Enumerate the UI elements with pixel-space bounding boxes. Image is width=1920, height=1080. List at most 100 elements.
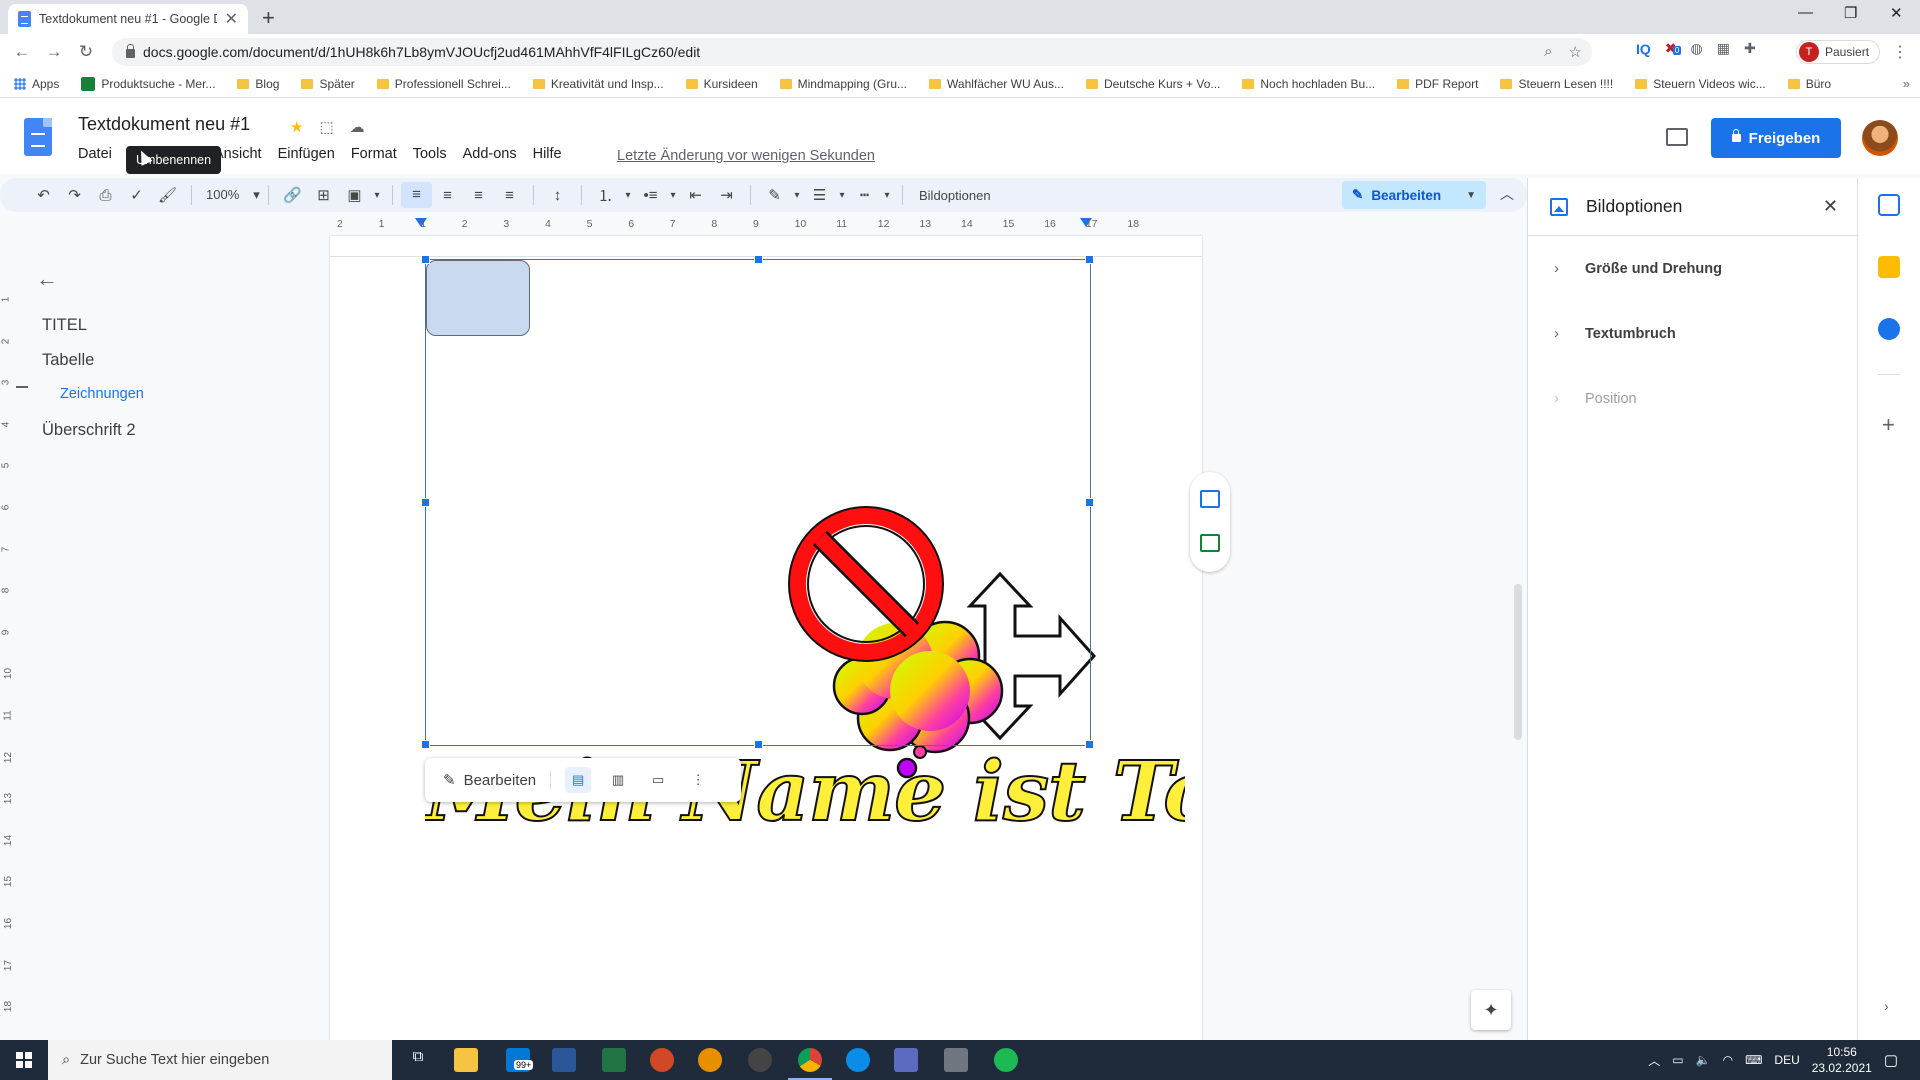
bulleted-list-icon[interactable]: •≡ [635,187,666,204]
suggest-edit-icon[interactable] [1200,534,1220,552]
url-text[interactable]: docs.google.com/document/d/1hUH8k6h7Lb8y… [143,44,700,60]
document-page[interactable]: Mein Name ist Tobias ✎ Bearbeiten ▤ ▥ ▭ … [330,236,1202,1040]
redo-icon[interactable]: ↷ [59,186,90,204]
bookmark-item[interactable]: Mindmapping (Gru... [779,77,907,91]
bookmark-star-icon[interactable]: ☆ [1569,43,1582,61]
edit-drawing-button[interactable]: ✎ Bearbeiten [443,771,552,789]
resize-handle-top[interactable] [754,255,763,264]
comment-history-icon[interactable] [1666,128,1688,146]
bookmark-item[interactable]: Blog [237,77,279,91]
powerpoint-app-icon[interactable] [650,1048,674,1072]
chevron-down-icon[interactable]: ▾ [666,190,680,201]
network-icon[interactable]: ▭ [1672,1053,1683,1067]
bookmark-item[interactable]: Noch hochladen Bu... [1242,77,1375,91]
new-tab-button[interactable]: + [262,5,275,31]
close-window-button[interactable]: ✕ [1890,4,1903,22]
restore-button[interactable]: ❐ [1844,4,1857,22]
chevron-down-icon[interactable]: ▾ [370,190,384,201]
last-edit-link[interactable]: Letzte Änderung vor wenigen Sekunden [617,148,875,164]
vertical-ruler[interactable]: 1 2 3 4 5 6 7 8 9 10 11 12 13 14 15 16 17 18 [0,236,16,1036]
close-outline-arrow-icon[interactable]: ← [36,266,58,292]
menu-item[interactable]: Datei [70,146,120,162]
numbered-list-icon[interactable]: ⒈ [590,185,621,206]
line-spacing-icon[interactable]: ↕ [542,187,573,204]
file-explorer-icon[interactable] [454,1048,478,1072]
windows-start-icon[interactable] [16,1052,32,1068]
volume-icon[interactable]: 🔈 [1696,1053,1711,1067]
resize-handle-right[interactable] [1085,498,1094,507]
omnibox[interactable]: docs.google.com/document/d/1hUH8k6h7Lb8y… [112,38,1592,66]
grid-extension-icon[interactable]: ▦ [1717,40,1730,57]
bookmark-item[interactable]: Professionell Schrei... [376,77,511,91]
image-options-section[interactable]: › Größe und Drehung [1554,260,1722,277]
chevron-down-icon[interactable]: ▾ [835,190,849,201]
bookmark-item[interactable]: Deutsche Kurs + Vo... [1085,77,1220,91]
bookmark-item[interactable]: Steuern Videos wic... [1635,77,1766,91]
task-view-icon[interactable]: ⧉ [406,1048,430,1072]
print-icon[interactable]: ⎙ [90,187,121,204]
outline-item[interactable]: Zeichnungen [60,386,144,402]
chevron-down-icon[interactable]: ▾ [790,190,804,201]
more-options-icon[interactable]: ⋮ [685,767,711,793]
excel-app-icon[interactable] [602,1048,626,1072]
back-button[interactable]: ← [6,42,38,62]
horizontal-ruler[interactable]: 2 1 1 2 3 4 5 6 7 8 9 10 11 12 13 14 15 16 17 18 [330,216,1210,232]
language-indicator[interactable]: DEU [1774,1053,1799,1067]
resize-handle-top-right[interactable] [1085,255,1094,264]
keyboard-icon[interactable]: ⌨ [1745,1053,1762,1067]
puzzle-extensions-icon[interactable]: ✚ [1744,40,1756,57]
decrease-indent-icon[interactable]: ⇤ [680,186,711,204]
close-panel-icon[interactable]: ✕ [1823,196,1838,217]
star-icon[interactable]: ★ [290,118,303,136]
show-side-panel-icon[interactable]: › [1884,998,1889,1014]
bookmark-item[interactable]: Später [301,77,355,91]
undo-icon[interactable]: ↶ [28,186,59,204]
bookmark-item[interactable]: Wahlfächer WU Aus... [929,77,1064,91]
minimize-button[interactable]: — [1798,4,1813,21]
edge-app-icon[interactable] [846,1048,870,1072]
iq-extension-icon[interactable]: IQ [1636,41,1651,57]
recorder-app-icon[interactable] [698,1048,722,1072]
vertical-scrollbar[interactable] [1514,584,1522,740]
globe-extension-icon[interactable]: ◍ [1691,40,1703,57]
add-addon-icon[interactable]: + [1882,412,1895,438]
notifications-icon[interactable]: ▢ [1884,1051,1898,1069]
notepad-app-icon[interactable] [944,1048,968,1072]
link-icon[interactable]: 🔗 [277,186,308,204]
chevron-down-icon[interactable]: ▾ [880,190,894,201]
docs-logo-icon[interactable] [24,118,52,156]
bookmark-item[interactable]: Büro [1787,77,1831,91]
wrap-text-icon[interactable]: ▥ [605,767,631,793]
resize-handle-bottom[interactable] [754,740,763,749]
align-justify-icon[interactable]: ≡ [494,187,525,204]
align-right-icon[interactable]: ≡ [463,187,494,204]
outline-item[interactable]: Tabelle [42,351,94,370]
menu-item[interactable]: Add-ons [455,146,525,162]
tool-app-icon[interactable] [894,1048,918,1072]
zoom-icon[interactable]: ⌕ [1544,43,1552,61]
wifi-icon[interactable]: ◠ [1723,1053,1733,1067]
break-text-icon[interactable]: ▭ [645,767,671,793]
zoom-select[interactable]: 100% ▾ [200,187,260,203]
menu-item[interactable]: Tools [405,146,455,162]
image-options-section[interactable]: › Textumbruch [1554,325,1676,342]
cloud-saved-icon[interactable]: ☁ [350,118,365,136]
browser-menu-icon[interactable]: ⋮ [1892,42,1908,62]
add-comment-icon[interactable]: ⊞ [308,186,339,204]
wrap-inline-icon[interactable]: ▤ [565,767,592,793]
menu-item[interactable]: Format [343,146,405,162]
menu-item[interactable]: Hilfe [525,146,570,162]
word-app-icon[interactable] [552,1048,576,1072]
selected-drawing-frame[interactable] [421,255,1094,749]
border-weight-icon[interactable]: ☰ [804,186,835,204]
move-folder-icon[interactable]: ⬚ [319,118,333,136]
bookmark-item[interactable]: PDF Report [1397,77,1478,91]
bookmark-item[interactable]: Produktsuche - Mer... [81,76,215,91]
add-comment-icon[interactable] [1200,490,1220,508]
hide-menus-icon[interactable]: ︿ [1500,184,1514,204]
keep-app-icon[interactable] [1878,256,1900,278]
browser-tab[interactable]: Textdokument neu #1 - Google Docs ✕ [8,4,248,34]
obs-app-icon[interactable] [748,1048,772,1072]
tray-overflow-icon[interactable]: ︿ [1648,1052,1660,1069]
bookmarks-overflow-icon[interactable]: » [1903,76,1910,91]
